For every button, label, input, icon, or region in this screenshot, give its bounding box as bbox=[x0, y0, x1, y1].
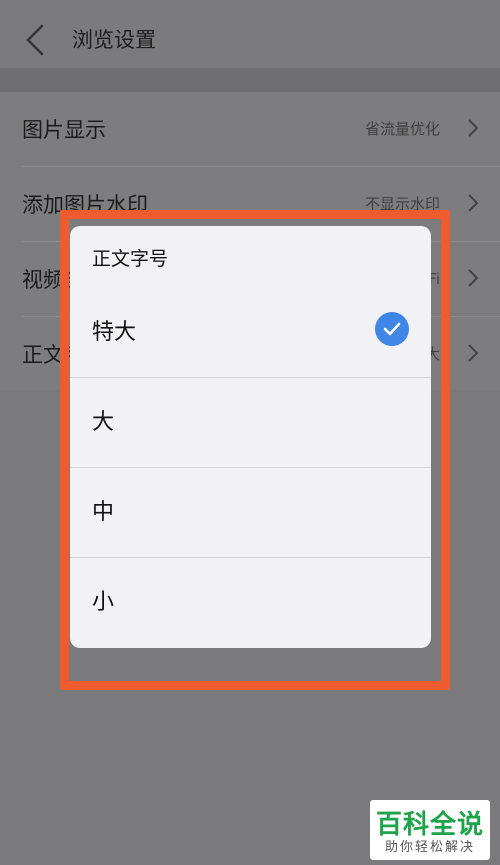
header-separator bbox=[0, 68, 500, 92]
option-large[interactable]: 大 bbox=[70, 378, 431, 468]
back-arrow-icon[interactable] bbox=[22, 22, 50, 58]
chevron-right-icon bbox=[468, 119, 479, 137]
page-title: 浏览设置 bbox=[72, 28, 156, 52]
setting-label: 图片显示 bbox=[22, 118, 106, 142]
option-label: 大 bbox=[92, 410, 115, 435]
chevron-right-icon bbox=[468, 344, 479, 362]
dialog-title: 正文字号 bbox=[92, 248, 169, 270]
option-label: 中 bbox=[92, 500, 115, 525]
option-extra-large[interactable]: 特大 bbox=[70, 288, 431, 378]
option-medium[interactable]: 中 bbox=[70, 468, 431, 558]
check-icon bbox=[375, 312, 409, 346]
font-size-dialog: 正文字号 特大 大 中 小 bbox=[70, 226, 431, 648]
watermark-sub: 助你轻松解决 bbox=[384, 840, 475, 855]
chevron-right-icon bbox=[468, 194, 479, 212]
setting-row-image-display[interactable]: 图片显示 省流量优化 bbox=[0, 92, 500, 166]
option-small[interactable]: 小 bbox=[70, 558, 431, 648]
setting-value: 省流量优化 bbox=[364, 120, 440, 138]
watermark-logo: 百科全说 助你轻松解决 bbox=[370, 800, 490, 860]
option-label: 小 bbox=[92, 590, 115, 615]
option-label: 特大 bbox=[92, 320, 137, 345]
chevron-right-icon bbox=[468, 269, 479, 287]
